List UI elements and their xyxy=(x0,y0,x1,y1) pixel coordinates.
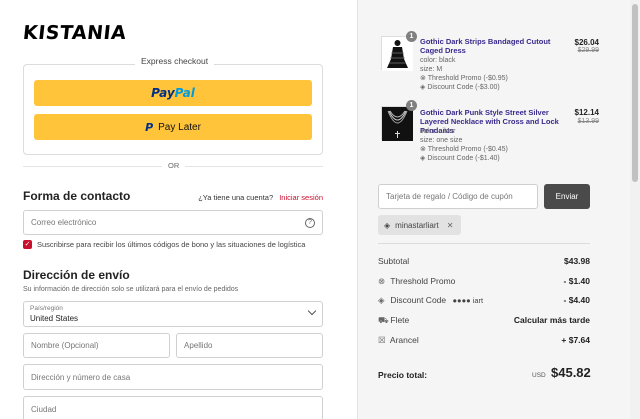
country-label: País/región xyxy=(30,305,63,312)
quantity-badge: 1 xyxy=(406,31,417,42)
coupon-placeholder: Tarjeta de regalo / Código de cupón xyxy=(386,192,513,201)
last-name-field[interactable]: Apellido xyxy=(176,333,323,358)
shipping-heading: Dirección de envío xyxy=(23,268,130,282)
discount-value: - $4.40 xyxy=(563,295,590,305)
coupon-input[interactable]: Tarjeta de regalo / Código de cupón xyxy=(378,184,538,209)
product-discount: ◈ Discount Code (-$3.00) xyxy=(420,84,500,91)
product-promo: ⊗ Threshold Promo (-$0.45) xyxy=(420,146,508,153)
first-name-field[interactable]: Nombre (Opcional) xyxy=(23,333,170,358)
total-label: Precio total: xyxy=(378,370,428,380)
subtotal-value: $43.98 xyxy=(564,256,590,266)
summary-divider xyxy=(378,243,590,244)
email-field[interactable]: Correo electrónico ? xyxy=(23,210,323,235)
login-link[interactable]: Iniciar sesión xyxy=(279,193,323,202)
address-placeholder: Dirección y número de casa xyxy=(31,372,131,382)
help-icon[interactable]: ? xyxy=(305,218,315,228)
shipping-fee-label: Flete xyxy=(390,315,410,325)
product-size: size: one size xyxy=(420,137,463,144)
shipping-fee-row: ⛟ Flete Calcular más tarde xyxy=(378,315,590,327)
subscribe-label: Suscribirse para recibir los últimos cód… xyxy=(37,240,306,249)
product-thumbnail[interactable] xyxy=(381,106,413,141)
product-name[interactable]: Gothic Dark Strips Bandaged Cutout Caged… xyxy=(420,37,566,55)
tag-icon: ◈ xyxy=(384,220,391,230)
city-placeholder: Ciudad xyxy=(31,404,57,414)
total-currency: USD xyxy=(532,372,546,379)
shipping-fee-value: Calcular más tarde xyxy=(513,315,590,325)
tag-icon: ◈ xyxy=(378,295,385,305)
paypal-pay-later-button[interactable]: P Pay Later xyxy=(34,114,312,140)
scrollbar-thumb[interactable] xyxy=(632,4,638,182)
checkout-form-panel: KISTANIA Express checkout PayPal P Pay L… xyxy=(0,0,357,419)
promo-icon: ⊗ xyxy=(420,75,428,82)
paypal-p-icon: P xyxy=(145,120,154,134)
applied-coupon-tag: ◈ minastarliart ✕ xyxy=(378,215,461,235)
shipping-subheading: Su información de dirección solo se util… xyxy=(23,286,239,293)
address-field[interactable]: Dirección y número de casa xyxy=(23,364,323,390)
city-field[interactable]: Ciudad xyxy=(23,396,323,419)
country-value: United States xyxy=(30,314,79,323)
applied-coupon-code: minastarliart xyxy=(395,220,439,230)
quantity-badge: 1 xyxy=(406,100,417,111)
brand-logo[interactable]: KISTANIA xyxy=(22,22,128,44)
product-old-price: $13.99 xyxy=(577,118,599,125)
or-label: OR xyxy=(162,161,186,170)
paypal-button[interactable]: PayPal xyxy=(34,80,312,106)
tariff-icon: ☒ xyxy=(378,335,386,345)
discount-code-masked: ●●●● iart xyxy=(452,296,484,305)
page-scrollbar[interactable] xyxy=(630,0,640,419)
product-size: size: M xyxy=(420,66,443,73)
product-promo: ⊗ Threshold Promo (-$0.95) xyxy=(420,75,508,82)
product-discount: ◈ Discount Code (-$1.40) xyxy=(420,155,500,162)
email-placeholder: Correo electrónico xyxy=(31,218,97,227)
apply-coupon-button[interactable]: Enviar xyxy=(544,184,590,209)
subtotal-label: Subtotal xyxy=(378,256,410,266)
express-checkout-title: Express checkout xyxy=(135,56,215,66)
subtotal-row: Subtotal $43.98 xyxy=(378,256,590,266)
remove-coupon-icon[interactable]: ✕ xyxy=(447,221,454,230)
subscribe-checkbox[interactable]: ✓ xyxy=(23,240,32,249)
truck-icon: ⛟ xyxy=(378,315,389,325)
express-checkout-box xyxy=(23,64,323,155)
total-value: $45.82 xyxy=(551,365,591,380)
product-color: color: silver xyxy=(420,128,456,135)
first-name-placeholder: Nombre (Opcional) xyxy=(31,341,99,350)
product-color: color: black xyxy=(420,57,456,64)
threshold-value: - $1.40 xyxy=(563,276,590,286)
has-account-text: ¿Ya tiene una cuenta? xyxy=(198,193,274,202)
pay-later-label: Pay Later xyxy=(158,121,201,133)
promo-icon: ⊗ xyxy=(378,276,386,286)
product-price: $12.14 xyxy=(574,108,599,117)
promo-icon: ⊗ xyxy=(420,146,428,153)
discount-code-row: ◈ Discount Code ●●●● iart - $4.40 xyxy=(378,295,590,306)
discount-label: Discount Code xyxy=(390,295,447,305)
last-name-placeholder: Apellido xyxy=(184,341,213,350)
paypal-logo: PayPal xyxy=(151,86,195,100)
tariff-row: ☒ Arancel + $7.64 xyxy=(378,335,590,346)
product-old-price: $29.99 xyxy=(577,47,599,54)
threshold-promo-row: ⊗ Threshold Promo - $1.40 xyxy=(378,276,590,287)
subscribe-row: ✓ Suscribirse para recibir los últimos c… xyxy=(23,240,305,249)
has-account-prompt: ¿Ya tiene una cuenta? Iniciar sesión xyxy=(198,193,323,202)
product-price: $26.04 xyxy=(574,38,599,47)
tariff-value: + $7.64 xyxy=(561,335,590,345)
contact-heading: Forma de contacto xyxy=(23,189,131,203)
tariff-label: Arancel xyxy=(389,335,419,345)
product-thumbnail[interactable] xyxy=(381,36,413,71)
threshold-label: Threshold Promo xyxy=(390,276,456,286)
